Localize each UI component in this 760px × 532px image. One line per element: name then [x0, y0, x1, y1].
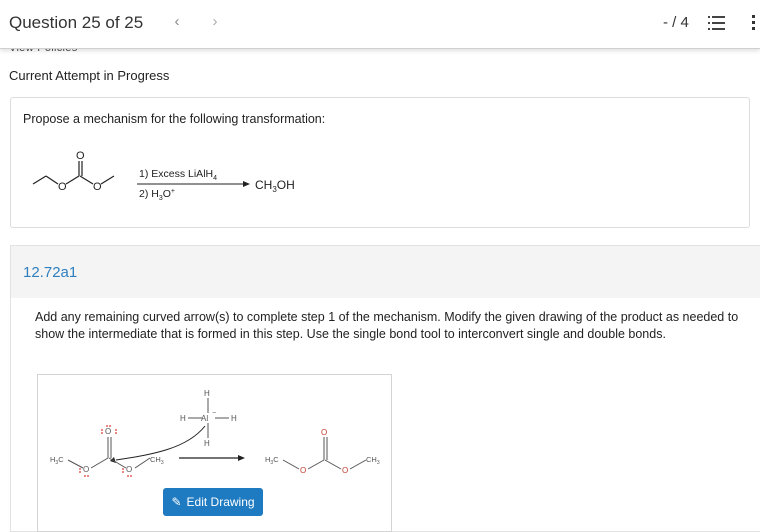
question-card: Propose a mechanism for the following tr…	[10, 97, 750, 228]
chevron-left-icon[interactable]: ‹	[168, 12, 186, 32]
reagent-2: 2) H3O+	[139, 188, 175, 202]
edit-drawing-button[interactable]: ✎ Edit Drawing	[163, 488, 263, 516]
part-header: 12.72a1	[11, 246, 760, 298]
reaction-arrowhead	[243, 181, 250, 187]
reaction-scheme: O O O 1) Excess LiAlH4 2) H3O+ CH3OH	[32, 150, 295, 202]
ester-oxygen-2: O	[93, 181, 102, 193]
aluminum-atom: Al	[201, 414, 208, 423]
part-body: Add any remaining curved arrow(s) to com…	[11, 298, 760, 532]
hydride-bottom: H	[204, 439, 210, 448]
product-carbonyl-oxygen: O	[321, 428, 327, 437]
carbonyl-oxygen-atom: O	[105, 427, 111, 436]
attempt-status: Current Attempt in Progress	[9, 68, 170, 83]
list-icon[interactable]	[708, 14, 728, 32]
methyl-left: H3C	[50, 455, 64, 466]
hydride-right: H	[231, 414, 237, 423]
methoxy-oxygen: O	[126, 465, 132, 474]
product-methyl-right: CH3	[366, 455, 380, 466]
product-ester-oxygen: O	[300, 466, 306, 475]
reagent-1: 1) Excess LiAlH4	[139, 168, 217, 182]
chevron-right-icon[interactable]: ›	[206, 12, 224, 32]
methyl-right: CH3	[150, 455, 164, 466]
part-id: 12.72a1	[23, 264, 78, 281]
product-methoxy-oxygen: O	[342, 466, 348, 475]
drawing-preview[interactable]: H H H H Al − H3C O O O CH3 H3C O O O CH3…	[37, 374, 392, 532]
top-bar: Question 25 of 25 ‹ › - / 4	[0, 0, 760, 49]
score-display: - / 4	[663, 14, 689, 31]
hydride-left: H	[180, 414, 186, 423]
product-methanol: CH3OH	[255, 178, 295, 194]
question-prompt: Propose a mechanism for the following tr…	[23, 112, 326, 126]
edit-drawing-label: Edit Drawing	[186, 495, 255, 509]
step-arrowhead	[238, 455, 245, 461]
product-methyl-left: H3C	[265, 455, 279, 466]
part-card: 12.72a1 Add any remaining curved arrow(s…	[10, 245, 760, 532]
methyl-acetate-structure	[32, 161, 115, 185]
carbonyl-oxygen: O	[76, 150, 85, 162]
more-vertical-icon[interactable]	[750, 14, 758, 32]
ester-oxygen-1: O	[58, 181, 67, 193]
pencil-icon: ✎	[171, 495, 182, 509]
hydride-top: H	[204, 389, 210, 398]
part-instructions: Add any remaining curved arrow(s) to com…	[35, 310, 739, 341]
aluminate-charge: −	[212, 410, 216, 417]
question-counter: Question 25 of 25	[9, 13, 144, 32]
ester-oxygen: O	[83, 465, 89, 474]
